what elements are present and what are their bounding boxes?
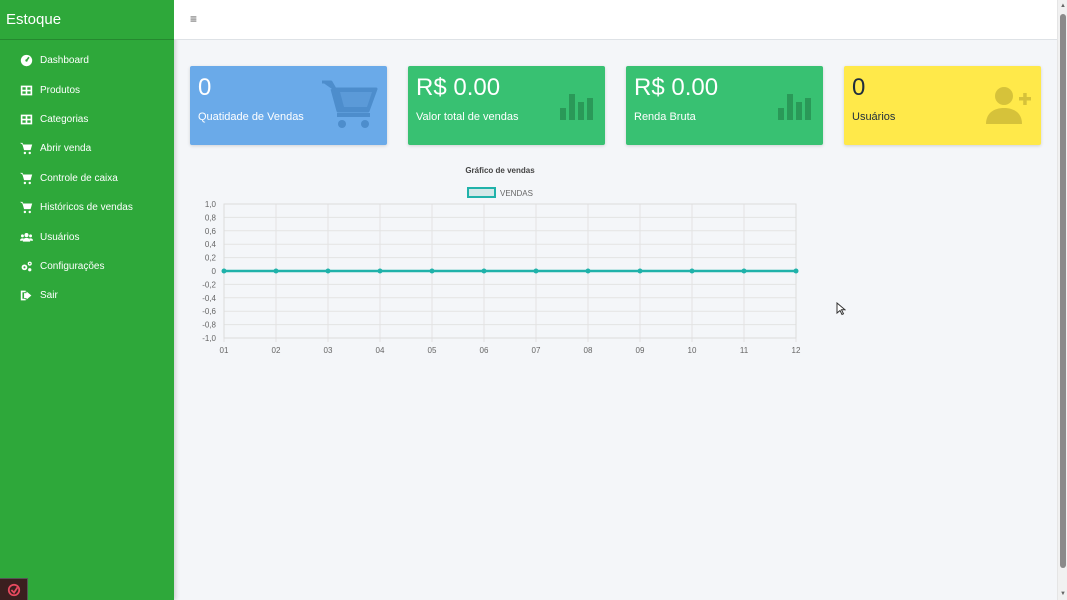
shopping-cart-icon <box>19 201 33 215</box>
stat-label: Usuários <box>852 111 896 123</box>
y-tick-label: 0,4 <box>205 240 217 249</box>
cogs-icon <box>19 259 33 273</box>
sales-chart: Gráfico de vendas VENDAS 1,0 0,8 0,6 0,4 0,2 0 -… <box>190 160 810 360</box>
data-point <box>481 268 487 274</box>
x-tick-label: 05 <box>428 346 437 355</box>
stat-card-renda-bruta: R$ 0.00 Renda Bruta <box>626 66 823 145</box>
y-tick-label: -0,2 <box>202 280 216 289</box>
sidebar-item-historicos-de-vendas[interactable]: Históricos de vendas <box>0 193 174 222</box>
bar-chart-icon <box>560 78 596 127</box>
data-point <box>533 268 539 274</box>
data-point <box>273 268 279 274</box>
sidebar-item-label: Sair <box>40 290 58 302</box>
sidebar-item-produtos[interactable]: Produtos <box>0 75 174 104</box>
topbar: ≡ <box>174 0 1057 40</box>
shopping-cart-icon <box>19 142 33 156</box>
x-tick-label: 09 <box>636 346 645 355</box>
scroll-down-arrow-icon[interactable]: ▼ <box>1059 590 1067 598</box>
stat-value: R$ 0.00 <box>634 74 719 101</box>
shopping-cart-icon <box>19 171 33 185</box>
y-tick-label: -0,4 <box>202 294 216 303</box>
legend-swatch <box>467 187 496 198</box>
x-tick-label: 02 <box>272 346 281 355</box>
data-point <box>585 268 591 274</box>
x-tick-label: 03 <box>324 346 333 355</box>
table-grid-icon <box>19 112 33 126</box>
sidebar-item-dashboard[interactable]: Dashboard <box>0 46 174 75</box>
sidebar-item-abrir-venda[interactable]: Abrir venda <box>0 134 174 163</box>
sidebar-item-label: Produtos <box>40 84 81 96</box>
sidebar-item-label: Usuários <box>40 231 80 243</box>
stat-value: 0 <box>198 74 212 101</box>
sidebar-item-label: Dashboard <box>40 55 89 67</box>
page-scrollbar[interactable]: ▲ ▼ <box>1057 0 1067 600</box>
sidebar-item-label: Categorias <box>40 113 89 125</box>
data-point <box>221 268 227 274</box>
x-tick-label: 01 <box>220 346 229 355</box>
y-tick-label: 1,0 <box>205 200 217 209</box>
x-tick-label: 08 <box>584 346 593 355</box>
menu-toggle-icon[interactable]: ≡ <box>190 12 197 26</box>
legend-label: VENDAS <box>500 189 533 198</box>
stat-card-quantidade-vendas: 0 Quatidade de Vendas <box>190 66 387 145</box>
bar-chart-icon <box>778 78 814 127</box>
x-tick-label: 04 <box>376 346 385 355</box>
data-point <box>793 268 799 274</box>
stat-value: 0 <box>852 74 866 101</box>
sidebar-nav: Dashboard Produtos Categorias Abrir vend… <box>0 40 174 311</box>
stat-label: Renda Bruta <box>634 111 696 123</box>
data-point <box>637 268 643 274</box>
user-plus-icon <box>986 78 1032 131</box>
stat-card-valor-total: R$ 0.00 Valor total de vendas <box>408 66 605 145</box>
data-point <box>741 268 747 274</box>
y-tick-label: 0 <box>212 267 217 276</box>
extension-icon[interactable] <box>0 578 28 600</box>
scroll-thumb[interactable] <box>1060 14 1066 568</box>
y-tick-label: 0,6 <box>205 227 217 236</box>
data-point <box>429 268 435 274</box>
table-grid-icon <box>19 83 33 97</box>
x-tick-label: 07 <box>532 346 541 355</box>
sidebar-item-usuarios[interactable]: Usuários <box>0 222 174 251</box>
scroll-up-arrow-icon[interactable]: ▲ <box>1059 2 1067 10</box>
data-point <box>325 268 331 274</box>
sidebar: Estoque Dashboard Produtos Categorias Ab… <box>0 0 174 600</box>
sidebar-item-configuracoes[interactable]: Configurações <box>0 252 174 281</box>
stat-card-usuarios: 0 Usuários <box>844 66 1041 145</box>
sign-out-icon <box>19 289 33 303</box>
y-tick-label: -1,0 <box>202 334 216 343</box>
dashboard-gauge-icon <box>19 54 33 68</box>
sidebar-item-categorias[interactable]: Categorias <box>0 105 174 134</box>
stat-label: Valor total de vendas <box>416 111 519 123</box>
users-icon <box>19 230 33 244</box>
sidebar-item-sair[interactable]: Sair <box>0 281 174 310</box>
data-point <box>689 268 695 274</box>
y-tick-label: -0,8 <box>202 321 216 330</box>
sidebar-item-label: Configurações <box>40 260 105 272</box>
y-tick-label: 0,2 <box>205 254 217 263</box>
mouse-cursor-icon <box>836 301 847 321</box>
sidebar-item-controle-de-caixa[interactable]: Controle de caixa <box>0 164 174 193</box>
app-title[interactable]: Estoque <box>0 0 174 40</box>
y-tick-label: -0,6 <box>202 307 216 316</box>
x-tick-label: 12 <box>792 346 801 355</box>
x-tick-label: 11 <box>740 346 749 355</box>
x-tick-label: 10 <box>688 346 697 355</box>
sales-chart-svg: Gráfico de vendas VENDAS 1,0 0,8 0,6 0,4 0,2 0 -… <box>202 166 801 355</box>
data-point <box>377 268 383 274</box>
sidebar-item-label: Controle de caixa <box>40 172 118 184</box>
sidebar-item-label: Históricos de vendas <box>40 202 133 214</box>
chart-title: Gráfico de vendas <box>465 166 535 175</box>
shopping-cart-icon <box>322 78 378 135</box>
stat-label: Quatidade de Vendas <box>198 111 304 123</box>
sidebar-item-label: Abrir venda <box>40 143 92 155</box>
x-tick-label: 06 <box>480 346 489 355</box>
y-tick-label: 0,8 <box>205 213 217 222</box>
stat-value: R$ 0.00 <box>416 74 501 101</box>
